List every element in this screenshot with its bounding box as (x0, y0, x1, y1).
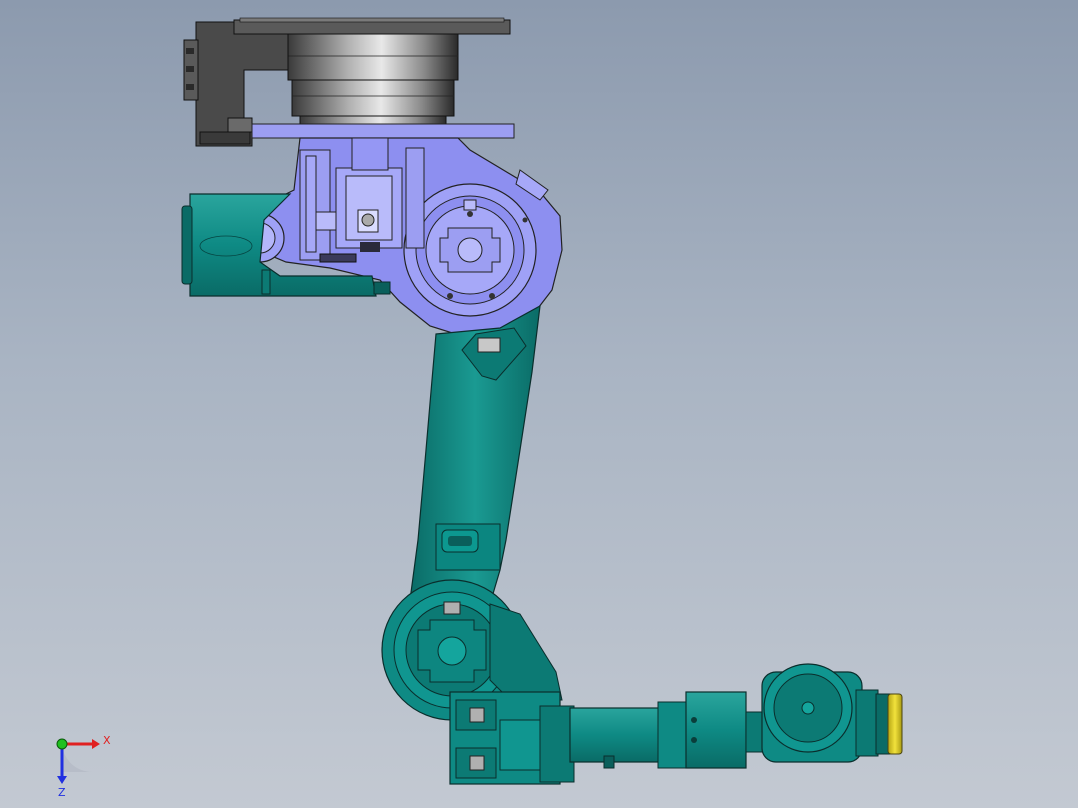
shoulder-housing[interactable] (235, 123, 563, 337)
robot-arm-model[interactable] (0, 0, 1078, 808)
cad-viewport[interactable]: X Z (0, 0, 1078, 808)
x-axis-label: X (103, 734, 111, 747)
forearm[interactable] (569, 691, 769, 769)
end-effector[interactable] (761, 663, 903, 763)
coordinate-triad (56, 738, 100, 784)
triad-origin (56, 738, 68, 750)
wrist-housing[interactable] (449, 691, 575, 785)
z-axis-label: Z (58, 786, 66, 799)
upper-arm[interactable] (409, 304, 541, 605)
